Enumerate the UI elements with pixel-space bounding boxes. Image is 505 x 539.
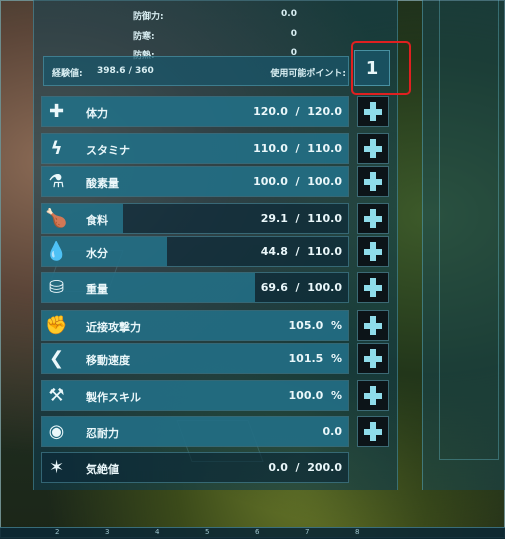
stat-row: ✚ 体力 120.0 / 120.0 bbox=[41, 96, 349, 127]
resistance-cold: 防寒: 0 bbox=[133, 27, 301, 43]
tools-icon: ⚒ bbox=[48, 385, 65, 406]
fist-icon: ✊ bbox=[45, 315, 68, 336]
lightning-icon: ϟ bbox=[50, 138, 63, 159]
upgrade-stat-button[interactable] bbox=[357, 310, 389, 341]
hotbar-slot-number[interactable]: 2 bbox=[55, 528, 59, 536]
stat-row: ⛁ 重量 69.6 / 100.0 bbox=[41, 272, 349, 303]
stat-label: 気絶値 bbox=[86, 463, 119, 476]
torpor-icon: ✶ bbox=[48, 457, 65, 478]
hotbar-slot-number[interactable]: 5 bbox=[205, 528, 209, 536]
stat-row: ⚒ 製作スキル 100.0 % bbox=[41, 380, 349, 411]
stat-value: 120.0 / 120.0 bbox=[253, 105, 342, 118]
stat-row: ✊ 近接攻撃力 105.0 % bbox=[41, 310, 349, 341]
stat-value: 0.0 bbox=[322, 425, 343, 438]
resistance-label: 防寒: bbox=[133, 32, 155, 42]
stat-label: 移動速度 bbox=[86, 354, 130, 367]
water-drop-icon: 💧 bbox=[45, 241, 68, 262]
stat-value: 100.0 % bbox=[288, 389, 342, 402]
stat-label: 体力 bbox=[86, 107, 108, 120]
resistance-armor: 防御力: 0.0 bbox=[133, 7, 301, 23]
hotbar-slot-number[interactable]: 8 bbox=[355, 528, 359, 536]
plus-icon: ✚ bbox=[48, 101, 65, 122]
points-highlight-box bbox=[351, 41, 411, 95]
hotbar-slot-number[interactable]: 3 bbox=[105, 528, 109, 536]
weight-icon: ⛁ bbox=[48, 277, 65, 298]
food-icon: 🍗 bbox=[45, 208, 68, 229]
stat-value: 105.0 % bbox=[288, 319, 342, 332]
stat-value: 69.6 / 100.0 bbox=[260, 281, 342, 294]
stat-label: 酸素量 bbox=[86, 177, 119, 190]
stat-row: ⚗ 酸素量 100.0 / 100.0 bbox=[41, 166, 349, 197]
upgrade-stat-button[interactable] bbox=[357, 96, 389, 127]
stat-row: ◉ 忍耐力 0.0 bbox=[41, 416, 349, 447]
upgrade-stat-button[interactable] bbox=[357, 272, 389, 303]
resistance-label: 防御力: bbox=[133, 12, 164, 22]
upgrade-stat-button[interactable] bbox=[357, 380, 389, 411]
experience-value: 398.6 / 360 bbox=[97, 66, 154, 76]
stat-row: 🍗 食料 29.1 / 110.0 bbox=[41, 203, 349, 234]
stat-row: ❮ 移動速度 101.5 % bbox=[41, 343, 349, 374]
hotbar-slot-number[interactable]: 4 bbox=[155, 528, 159, 536]
stat-label: スタミナ bbox=[86, 144, 130, 157]
experience-bar: 経験値: 398.6 / 360 使用可能ポイント: bbox=[43, 56, 349, 86]
oxygen-tank-icon: ⚗ bbox=[48, 171, 65, 192]
stat-row: 💧 水分 44.8 / 110.0 bbox=[41, 236, 349, 267]
upgrade-stat-button[interactable] bbox=[357, 203, 389, 234]
upgrade-stat-button[interactable] bbox=[357, 236, 389, 267]
resistance-value: 0.0 bbox=[281, 9, 297, 19]
side-panel-inner bbox=[439, 0, 499, 460]
stat-value: 44.8 / 110.0 bbox=[260, 245, 342, 258]
speed-icon: ❮ bbox=[48, 348, 65, 369]
upgrade-stat-button[interactable] bbox=[357, 343, 389, 374]
experience-label: 経験値: bbox=[52, 69, 83, 79]
side-panel bbox=[422, 0, 505, 490]
hotbar: 2 3 4 5 6 7 8 bbox=[0, 527, 505, 539]
stat-label: 近接攻撃力 bbox=[86, 321, 141, 334]
stat-label: 食料 bbox=[86, 214, 108, 227]
stat-label: 製作スキル bbox=[86, 391, 141, 404]
stat-value: 29.1 / 110.0 bbox=[260, 212, 342, 225]
brain-icon: ◉ bbox=[48, 421, 65, 442]
stat-row: ϟ スタミナ 110.0 / 110.0 bbox=[41, 133, 349, 164]
upgrade-stat-button[interactable] bbox=[357, 133, 389, 164]
stat-label: 重量 bbox=[86, 283, 108, 296]
stat-value: 101.5 % bbox=[288, 352, 342, 365]
stat-fill-bar bbox=[42, 273, 255, 302]
stat-value: 100.0 / 100.0 bbox=[253, 175, 342, 188]
resistance-value: 0 bbox=[290, 29, 297, 39]
upgrade-stat-button[interactable] bbox=[357, 166, 389, 197]
stat-value: 110.0 / 110.0 bbox=[253, 142, 342, 155]
hotbar-slot-number[interactable]: 7 bbox=[305, 528, 309, 536]
upgrade-stat-button[interactable] bbox=[357, 416, 389, 447]
hotbar-slot-number[interactable]: 6 bbox=[255, 528, 259, 536]
stat-label: 忍耐力 bbox=[86, 427, 119, 440]
stat-label: 水分 bbox=[86, 247, 108, 260]
available-points-label: 使用可能ポイント: bbox=[270, 69, 346, 79]
stat-value: 0.0 / 200.0 bbox=[268, 461, 342, 474]
stat-row: ✶ 気絶値 0.0 / 200.0 bbox=[41, 452, 349, 483]
